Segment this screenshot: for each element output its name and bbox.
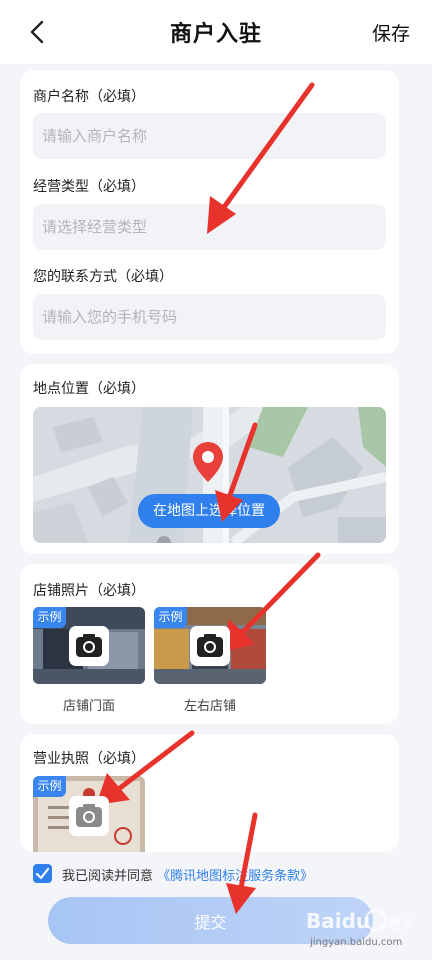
store-photos-card: 店铺照片（必填） 示例 店铺门面 示例 左右店铺 xyxy=(20,564,399,724)
basic-info-card: 商户名称（必填） 经营类型（必填） 您的联系方式（必填） xyxy=(20,70,399,354)
contact-label: 您的联系方式（必填） xyxy=(33,269,173,285)
watermark-brand: Baidu xyxy=(306,909,370,933)
phone-input[interactable] xyxy=(33,294,386,340)
agreement-checkbox[interactable] xyxy=(33,864,52,883)
checkmark-icon xyxy=(35,867,50,880)
terms-link[interactable]: 《腾讯地图标注服务条款》 xyxy=(157,869,313,884)
business-type-label: 经营类型（必填） xyxy=(33,179,145,195)
storefront-photo-upload[interactable]: 示例 xyxy=(33,607,145,684)
business-type-select[interactable] xyxy=(33,204,386,250)
store-photos-label: 店铺照片（必填） xyxy=(33,583,145,599)
neighbor-shops-photo-upload[interactable]: 示例 xyxy=(154,607,266,684)
neighbor-shops-caption: 左右店铺 xyxy=(183,699,236,714)
business-license-card: 营业执照（必填） 示例 xyxy=(20,734,399,852)
camera-icon xyxy=(190,626,230,666)
merchant-name-label: 商户名称（必填） xyxy=(33,89,145,105)
map-view[interactable]: 在地图上选择位置 xyxy=(33,407,386,543)
location-card: 地点位置（必填） 在地图上选择位置 xyxy=(20,364,399,554)
merchant-name-input[interactable] xyxy=(33,113,386,159)
header-bar: 商户入驻 保存 xyxy=(0,0,432,64)
camera-icon xyxy=(69,796,109,836)
sample-badge: 示例 xyxy=(154,607,187,628)
watermark-url: jingyan.baidu.com xyxy=(309,937,402,948)
sample-badge: 示例 xyxy=(33,776,66,797)
location-label: 地点位置（必填） xyxy=(33,381,145,397)
business-license-upload[interactable]: 示例 xyxy=(33,776,145,852)
sample-badge: 示例 xyxy=(33,607,66,628)
select-location-button[interactable]: 在地图上选择位置 xyxy=(138,494,280,528)
agreement-text: 我已阅读并同意 《腾讯地图标注服务条款》 xyxy=(62,865,313,884)
storefront-caption: 店铺门面 xyxy=(62,699,115,714)
camera-icon xyxy=(69,626,109,666)
save-button[interactable]: 保存 xyxy=(372,19,410,46)
agreement-prefix: 我已阅读并同意 xyxy=(62,869,154,884)
location-pin-icon xyxy=(193,442,223,482)
watermark-sub: 经验 xyxy=(388,916,412,932)
business-license-label: 营业执照（必填） xyxy=(33,751,145,767)
page-title: 商户入驻 xyxy=(169,22,262,47)
baidu-jingyan-watermark: Baidu 经验 jingyan.baidu.com xyxy=(306,909,412,948)
agreement-row: 我已阅读并同意 《腾讯地图标注服务条款》 xyxy=(33,862,413,886)
